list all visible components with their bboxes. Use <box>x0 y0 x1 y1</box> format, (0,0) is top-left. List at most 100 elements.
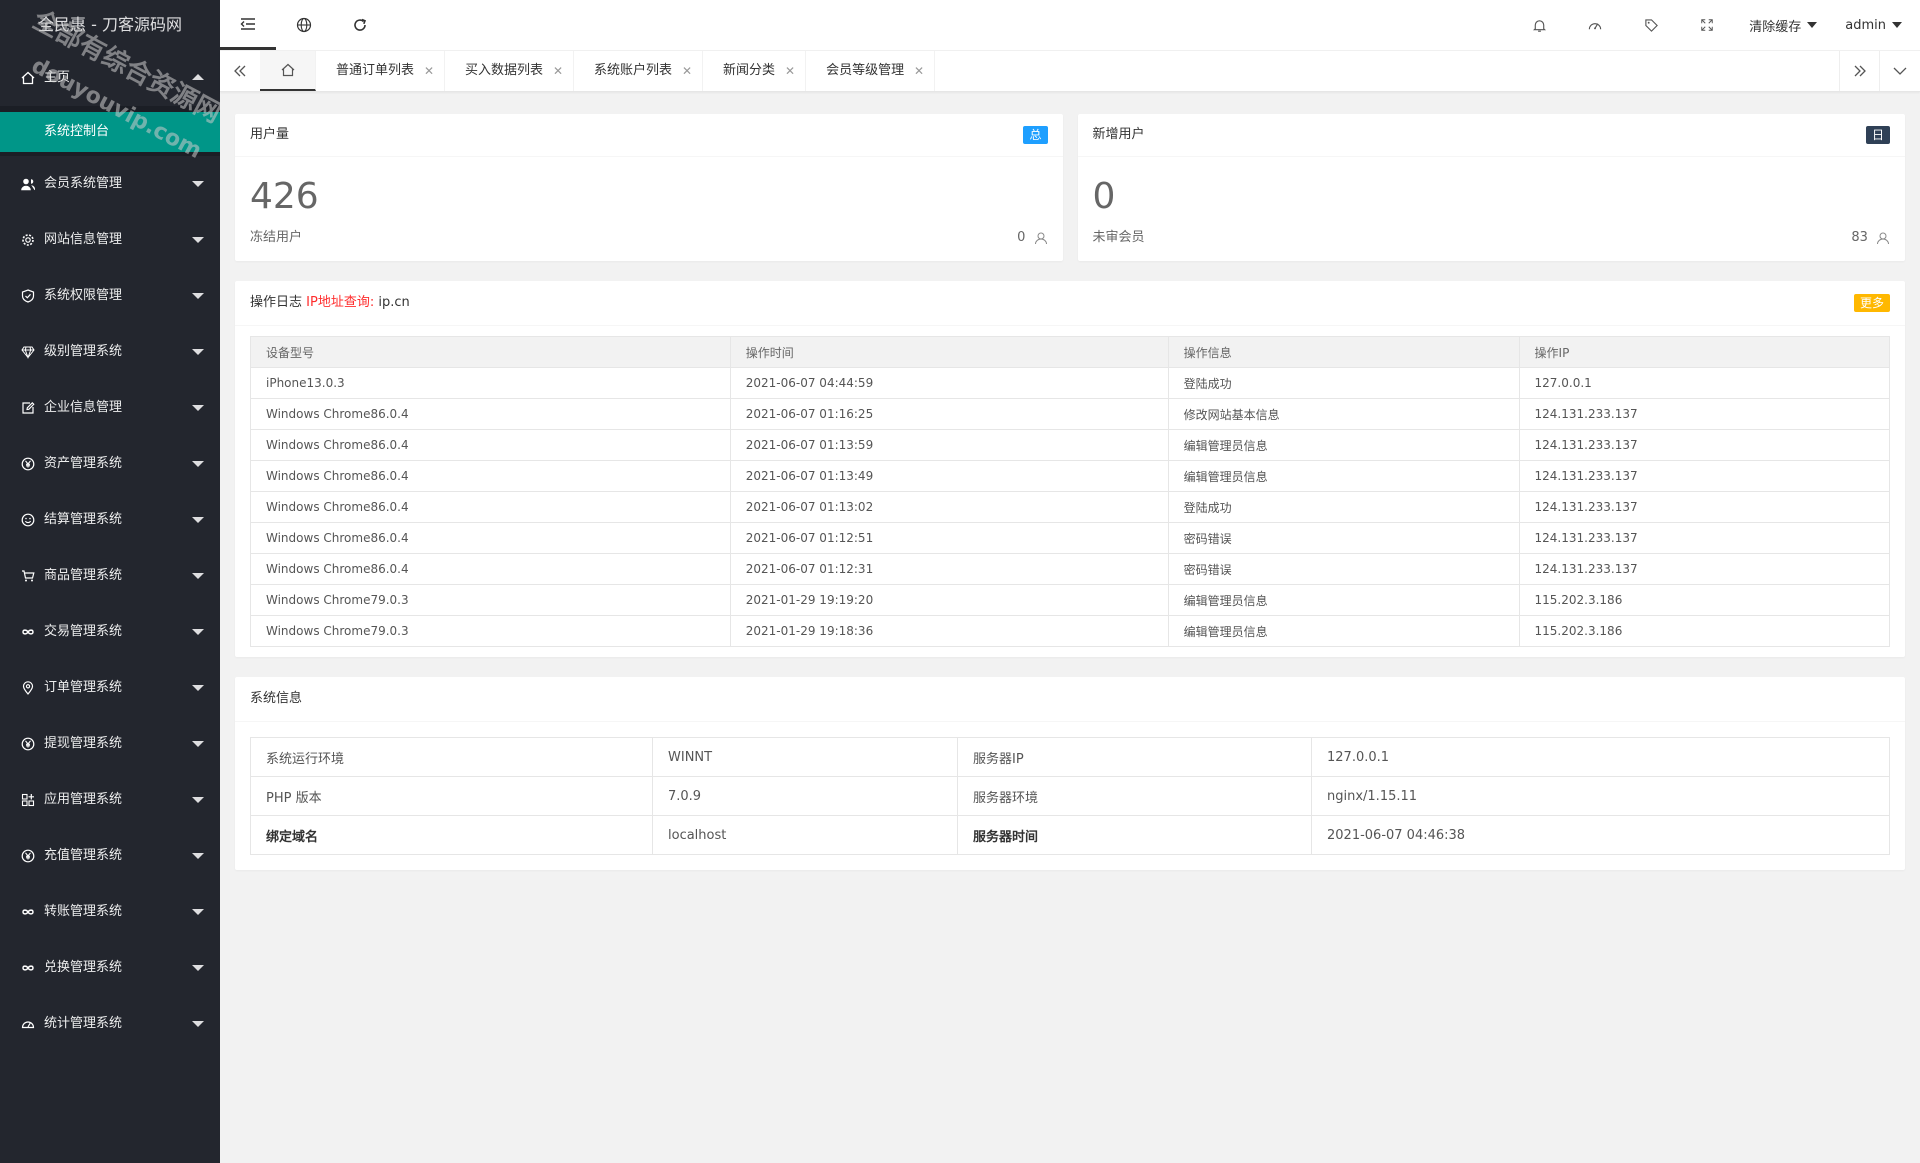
sidebar-nav-list: 会员系统管理网站信息管理 系统权限管理级别管理系统 企业信息管理 资产管理系统结算管理… <box>0 156 220 1052</box>
sidebar-item-15[interactable]: 统计管理系统 <box>0 996 220 1052</box>
ip-query-link[interactable]: ip.cn <box>378 295 409 310</box>
clear-cache-dropdown[interactable]: 清除缓存 <box>1735 0 1831 50</box>
double-chevron-left-icon <box>234 65 246 77</box>
sidebar-item-13[interactable]: 转账管理系统 <box>0 884 220 940</box>
top-header: 清除缓存 admin <box>220 0 1920 51</box>
user-dropdown[interactable]: admin <box>1831 0 1920 50</box>
tab-3[interactable]: 新闻分类 ✕ <box>703 51 807 91</box>
notes-button[interactable] <box>1623 0 1679 50</box>
close-icon[interactable]: ✕ <box>785 51 795 91</box>
table-cell: 7.0.9 <box>652 776 958 816</box>
sidebar-item-label: 转账管理系统 <box>44 904 123 919</box>
table-cell: Windows Chrome86.0.4 <box>250 522 731 554</box>
page-tabs: 普通订单列表 ✕ 买入数据列表 ✕ 系统账户列表 ✕ 新闻分类 ✕ 会员等级管理 ✕ <box>220 51 1920 92</box>
gear-icon <box>20 212 36 268</box>
sidebar-item-label: 结算管理系统 <box>44 512 123 527</box>
table-cell: 编辑管理员信息 <box>1167 429 1520 461</box>
close-icon[interactable]: ✕ <box>914 51 924 91</box>
sidebar-item-8[interactable]: 交易管理系统 <box>0 604 220 660</box>
table-cell: 密码错误 <box>1167 522 1520 554</box>
new-users-value: 0 <box>1092 176 1116 217</box>
chevron-down-icon <box>192 629 204 635</box>
pending-members-value: 83 <box>1851 230 1868 245</box>
refresh-button[interactable] <box>332 0 388 50</box>
notification-button[interactable] <box>1511 0 1567 50</box>
tab-label: 会员等级管理 <box>826 63 905 78</box>
table-cell: Windows Chrome86.0.4 <box>250 429 731 461</box>
sidebar-item-12[interactable]: 充值管理系统 <box>0 828 220 884</box>
sidebar-item-11[interactable]: 应用管理系统 <box>0 772 220 828</box>
shield-icon <box>20 268 36 324</box>
table-cell: 124.131.233.137 <box>1518 398 1891 430</box>
sidebar-item-14[interactable]: 兑换管理系统 <box>0 940 220 996</box>
sidebar: 全民惠 - 刀客源码网 主页 系统控制台 会员系统管理网站信息管理 系统权限管理级… <box>0 0 220 1163</box>
tab-2[interactable]: 系统账户列表 ✕ <box>574 51 704 91</box>
chevron-down-icon <box>192 853 204 859</box>
table-cell: 修改网站基本信息 <box>1167 398 1520 430</box>
table-cell: 登陆成功 <box>1167 491 1520 523</box>
sidebar-item-5[interactable]: 资产管理系统 <box>0 436 220 492</box>
chevron-down-icon <box>192 741 204 747</box>
sidebar-home-label: 主页 <box>44 70 71 85</box>
infinity-icon <box>20 604 36 660</box>
table-cell: 2021-06-07 01:12:31 <box>729 553 1169 585</box>
app-logo[interactable]: 全民惠 - 刀客源码网 <box>0 0 220 50</box>
sidebar-item-7[interactable]: 商品管理系统 <box>0 548 220 604</box>
refresh-icon <box>354 18 367 31</box>
sidebar-item-home[interactable]: 主页 <box>0 50 220 106</box>
log-title: 操作日志 <box>250 295 303 310</box>
table-cell: 124.131.233.137 <box>1518 460 1891 492</box>
table-cell: 服务器IP <box>957 737 1312 777</box>
website-button[interactable] <box>276 0 332 50</box>
close-icon[interactable]: ✕ <box>553 51 563 91</box>
more-button[interactable]: 更多 <box>1853 294 1890 312</box>
tabs-menu-button[interactable] <box>1879 51 1920 91</box>
table-cell: Windows Chrome79.0.3 <box>250 615 731 647</box>
table-cell: 127.0.0.1 <box>1311 737 1890 777</box>
tab-items: 普通订单列表 ✕ 买入数据列表 ✕ 系统账户列表 ✕ 新闻分类 ✕ 会员等级管理 ✕ <box>316 51 936 91</box>
table-row: 系统运行环境 WINNT 服务器IP 127.0.0.1 <box>250 737 1890 777</box>
header-right-tools: 清除缓存 admin <box>1511 0 1920 50</box>
sidebar-item-1[interactable]: 网站信息管理 <box>0 212 220 268</box>
sidebar-item-label: 网站信息管理 <box>44 232 123 247</box>
tab-0[interactable]: 普通订单列表 ✕ <box>316 51 446 91</box>
cart-icon <box>20 548 36 604</box>
sidebar-item-label: 充值管理系统 <box>44 848 123 863</box>
user-count-value: 426 <box>250 176 319 217</box>
sidebar-item-label: 商品管理系统 <box>44 568 123 583</box>
yen-icon <box>20 436 36 492</box>
bell-icon <box>1532 19 1546 32</box>
tab-4[interactable]: 会员等级管理 ✕ <box>806 51 936 91</box>
infinity-icon <box>20 940 36 996</box>
tab-1[interactable]: 买入数据列表 ✕ <box>445 51 575 91</box>
dashboard-icon <box>1589 22 1602 29</box>
home-icon <box>20 50 36 106</box>
chevron-down-icon <box>1807 22 1818 28</box>
table-cell: 124.131.233.137 <box>1518 429 1891 461</box>
table-row: Windows Chrome86.0.4 2021-06-07 01:13:49 编… <box>250 460 1891 492</box>
fullscreen-button[interactable] <box>1679 0 1735 50</box>
sidebar-item-console[interactable]: 系统控制台 <box>0 112 220 152</box>
theme-button[interactable] <box>1567 0 1623 50</box>
sidebar-item-2[interactable]: 系统权限管理 <box>0 268 220 324</box>
table-cell: 密码错误 <box>1167 553 1520 585</box>
sidebar-item-9[interactable]: 订单管理系统 <box>0 660 220 716</box>
sidebar-item-0[interactable]: 会员系统管理 <box>0 156 220 212</box>
users-icon <box>20 156 36 212</box>
yen-icon <box>20 828 36 884</box>
sidebar-item-4[interactable]: 企业信息管理 <box>0 380 220 436</box>
tabs-scroll-right-button[interactable] <box>1839 51 1880 91</box>
dashboard-icon <box>20 996 36 1052</box>
sidebar-item-label: 系统权限管理 <box>44 288 123 303</box>
sidebar-item-3[interactable]: 级别管理系统 <box>0 324 220 380</box>
close-icon[interactable]: ✕ <box>682 51 692 91</box>
tabs-scroll-left-button[interactable] <box>220 51 261 91</box>
table-cell: PHP 版本 <box>250 776 653 816</box>
sidebar-item-6[interactable]: 结算管理系统 <box>0 492 220 548</box>
close-icon[interactable]: ✕ <box>424 51 434 91</box>
sidebar-item-label: 应用管理系统 <box>44 792 123 807</box>
infinity-icon <box>20 884 36 940</box>
tab-home[interactable] <box>260 51 316 91</box>
menu-toggle-button[interactable] <box>220 0 276 50</box>
sidebar-item-10[interactable]: 提现管理系统 <box>0 716 220 772</box>
